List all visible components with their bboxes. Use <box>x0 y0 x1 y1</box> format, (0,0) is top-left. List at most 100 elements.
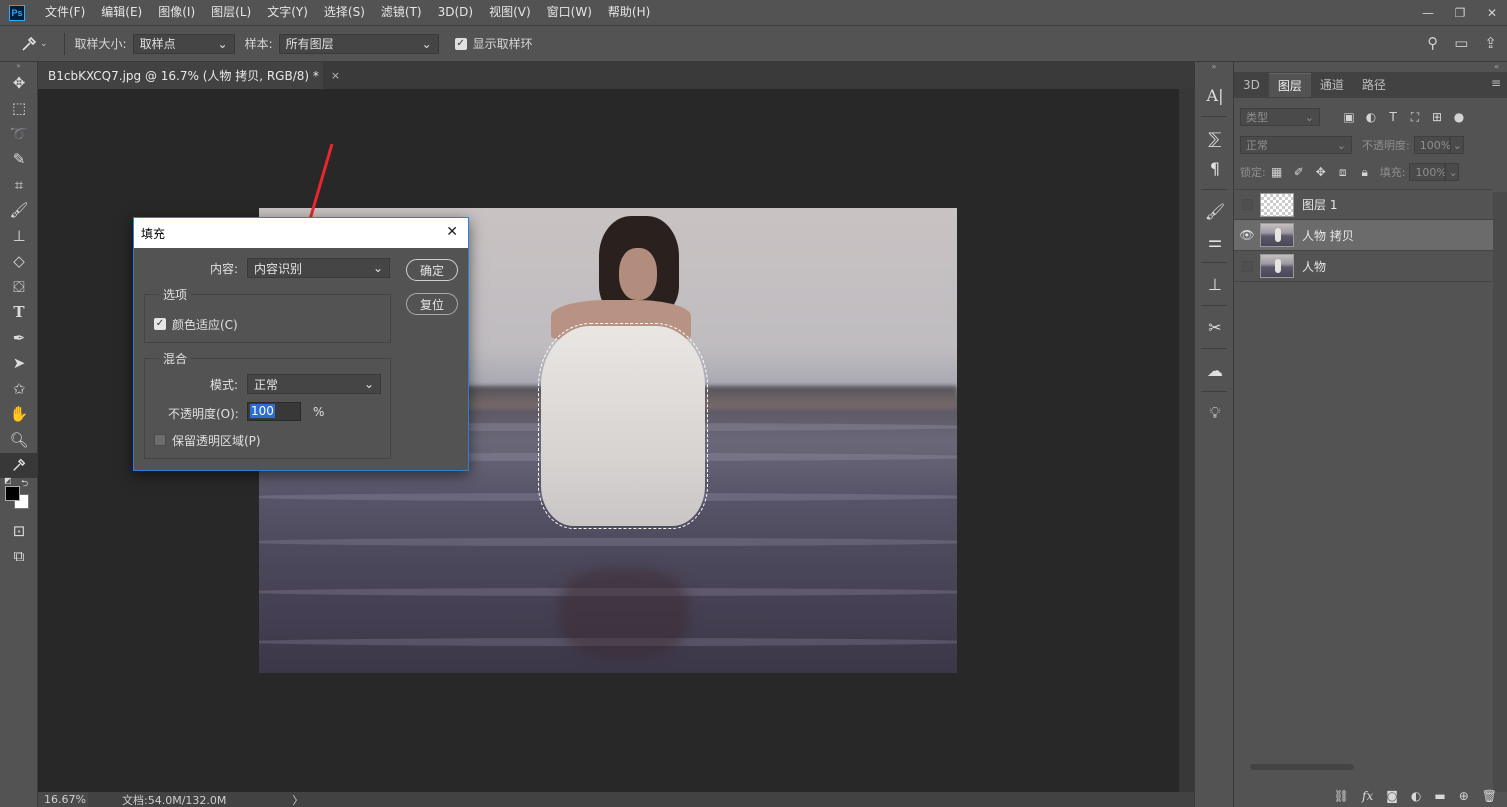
photoshop-logo-icon[interactable]: Ps <box>9 4 25 21</box>
menu-window[interactable]: 窗口(W) <box>539 0 600 25</box>
panel-grip-icon[interactable]: » <box>1195 62 1233 72</box>
layers-scrollbar[interactable] <box>1493 192 1507 792</box>
character-panel-icon[interactable]: A| <box>1195 80 1235 110</box>
panel-menu-icon[interactable]: ≡ <box>1491 76 1501 90</box>
adjustments-icon[interactable]: ⚌ <box>1195 226 1235 256</box>
new-group-icon[interactable]: ▬ <box>1434 789 1445 803</box>
lock-all-icon[interactable]: 🔒︎ <box>1354 165 1376 180</box>
fill-input[interactable]: 100% <box>1409 163 1447 181</box>
opacity-slider-toggle[interactable]: ⌄ <box>1449 136 1464 154</box>
learn-icon[interactable]: 💡︎ <box>1195 398 1235 428</box>
menu-edit[interactable]: 编辑(E) <box>93 0 150 25</box>
zoom-tool-icon[interactable]: 🔍︎ <box>0 427 38 453</box>
minimize-icon[interactable]: — <box>1421 6 1435 20</box>
close-icon[interactable]: ✕ <box>446 224 458 240</box>
pixel-filter-icon[interactable]: ▣ <box>1338 110 1360 124</box>
zoom-level[interactable]: 16.67% <box>38 792 88 807</box>
menu-select[interactable]: 选择(S) <box>316 0 373 25</box>
marquee-tool-icon[interactable]: ⬚ <box>0 96 38 122</box>
menu-layer[interactable]: 图层(L) <box>203 0 259 25</box>
fill-slider-toggle[interactable]: ⌄ <box>1445 163 1460 181</box>
tools-presets-icon[interactable]: ✂ <box>1195 312 1235 342</box>
glyphs-panel-icon[interactable]: ⅀ <box>1195 123 1235 153</box>
tab-layers[interactable]: 图层 <box>1268 73 1311 97</box>
ok-button[interactable]: 确定 <box>406 259 458 281</box>
visibility-toggle[interactable] <box>1234 189 1260 220</box>
foreground-color-swatch[interactable] <box>5 486 20 501</box>
menu-image[interactable]: 图像(I) <box>150 0 203 25</box>
eyedropper-tool-icon[interactable] <box>20 35 38 53</box>
layer-row[interactable]: 图层 1 <box>1234 189 1493 220</box>
screen-mode-icon[interactable]: ⧉ <box>0 544 38 570</box>
layer-row[interactable]: 👁︎ 人物 拷贝 <box>1234 220 1493 251</box>
menu-help[interactable]: 帮助(H) <box>600 0 658 25</box>
layer-opacity-input[interactable]: 100% <box>1413 136 1451 154</box>
lasso-tool-icon[interactable]: ➰ <box>0 121 38 147</box>
brush-tool-icon[interactable]: 🖌 <box>0 198 38 224</box>
mode-select[interactable]: 正常 ⌄ <box>247 374 381 394</box>
libraries-icon[interactable]: ☁ <box>1195 355 1235 385</box>
menu-3d[interactable]: 3D(D) <box>430 0 481 25</box>
workspace-icon[interactable]: ▭ <box>1454 34 1468 52</box>
swap-colors-icon[interactable]: ⮌ <box>21 476 28 492</box>
preserve-transparency-checkbox[interactable] <box>154 434 166 446</box>
paragraph-panel-icon[interactable]: ¶ <box>1195 153 1235 183</box>
adjustment-filter-icon[interactable]: ◐ <box>1360 110 1382 124</box>
visibility-toggle[interactable]: 👁︎ <box>1234 220 1260 251</box>
close-window-icon[interactable]: ✕ <box>1485 6 1499 20</box>
eyedropper-tool-active-icon[interactable] <box>0 452 38 478</box>
add-mask-icon[interactable]: ◙ <box>1386 789 1398 803</box>
document-tab[interactable]: B1cbKXCQ7.jpg @ 16.7% (人物 拷贝, RGB/8) * × <box>38 62 340 89</box>
delete-layer-icon[interactable]: 🗑︎ <box>1482 789 1497 803</box>
link-layers-icon[interactable]: ⛓ <box>1334 789 1349 803</box>
move-tool-icon[interactable]: ✥ <box>0 70 38 96</box>
menu-view[interactable]: 视图(V) <box>481 0 539 25</box>
panel-grip-icon[interactable]: « <box>1234 62 1507 72</box>
tab-channels[interactable]: 通道 <box>1311 73 1353 97</box>
path-selection-tool-icon[interactable]: ➤ <box>0 351 38 377</box>
color-adaptation-checkbox[interactable]: ✓ <box>154 318 166 330</box>
layer-row[interactable]: 人物 <box>1234 251 1493 282</box>
pen-tool-icon[interactable]: ✒ <box>0 325 38 351</box>
show-sampling-ring-checkbox[interactable]: ✓ <box>454 37 467 50</box>
search-icon[interactable]: ⚲ <box>1427 34 1438 52</box>
filter-toggle-icon[interactable]: ● <box>1448 110 1470 124</box>
restore-icon[interactable]: ❐ <box>1453 6 1467 20</box>
paint-bucket-tool-icon[interactable]: ⛋ <box>0 274 38 300</box>
status-menu-icon[interactable]: 〉 <box>292 792 303 807</box>
blend-mode-select[interactable]: 正常 ⌄ <box>1240 136 1352 154</box>
lock-artboard-icon[interactable]: ⧈ <box>1332 165 1354 180</box>
custom-shape-tool-icon[interactable]: ✩ <box>0 376 38 402</box>
lock-position-icon[interactable]: ✥ <box>1310 165 1332 179</box>
brush-settings-icon[interactable]: 🖌 <box>1195 196 1235 226</box>
menu-filter[interactable]: 滤镜(T) <box>373 0 430 25</box>
panel-grip-icon[interactable]: » <box>0 62 37 70</box>
quick-mask-icon[interactable]: ⊡ <box>0 518 38 544</box>
type-tool-icon[interactable]: T <box>0 300 38 326</box>
sample-select[interactable]: 所有图层 ⌄ <box>278 33 439 54</box>
crop-tool-icon[interactable]: ⌗ <box>0 172 38 198</box>
dialog-title-bar[interactable]: 填充 ✕ <box>134 218 468 248</box>
stamp-tool-icon[interactable]: ⊥ <box>0 223 38 249</box>
default-colors-icon[interactable]: ◩ <box>4 476 12 485</box>
close-tab-icon[interactable]: × <box>331 69 340 82</box>
filter-kind-select[interactable]: 类型 ⌄ <box>1240 108 1320 126</box>
menu-type[interactable]: 文字(Y) <box>259 0 316 25</box>
eraser-tool-icon[interactable]: ◇ <box>0 249 38 275</box>
new-layer-icon[interactable]: ⊕ <box>1459 789 1469 803</box>
layer-style-icon[interactable]: fx <box>1362 789 1373 803</box>
reset-button[interactable]: 复位 <box>406 293 458 315</box>
menu-file[interactable]: 文件(F) <box>37 0 93 25</box>
clone-source-icon[interactable]: ⊥ <box>1195 269 1235 299</box>
lock-transparent-icon[interactable]: ▦ <box>1266 165 1288 179</box>
tab-3d[interactable]: 3D <box>1234 73 1269 97</box>
content-select[interactable]: 内容识别 ⌄ <box>247 258 390 278</box>
canvas-vertical-scrollbar[interactable] <box>1179 89 1194 792</box>
tab-paths[interactable]: 路径 <box>1353 73 1395 97</box>
opacity-input[interactable]: 100 <box>247 402 301 421</box>
visibility-toggle[interactable] <box>1234 251 1260 282</box>
smart-object-filter-icon[interactable]: ⊞ <box>1426 110 1448 124</box>
layers-horizontal-scrollbar[interactable] <box>1250 764 1354 770</box>
hand-tool-icon[interactable]: ✋ <box>0 402 38 428</box>
lock-pixels-icon[interactable]: ✐ <box>1288 165 1310 179</box>
